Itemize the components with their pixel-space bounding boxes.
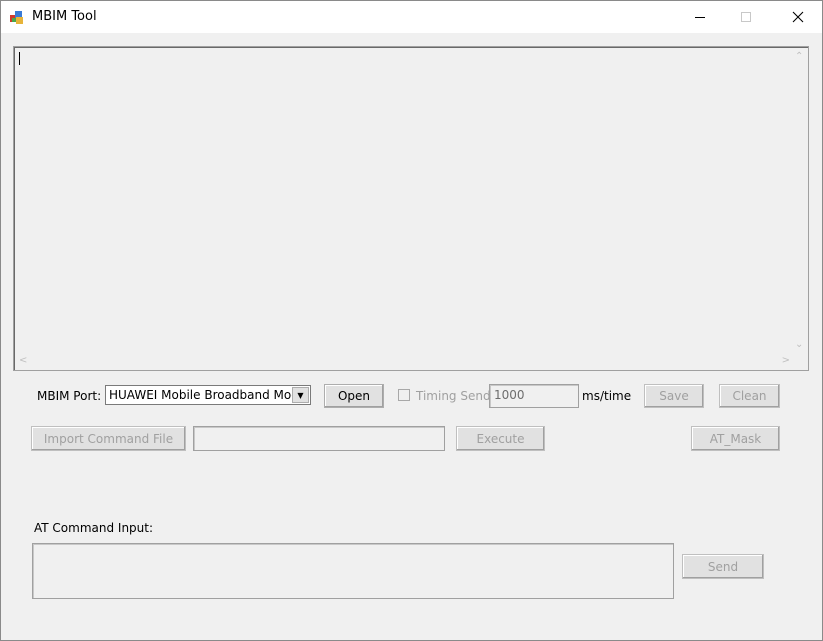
clean-button[interactable]: Clean <box>719 384 780 408</box>
maximize-icon <box>741 12 751 22</box>
scroll-right-icon[interactable]: > <box>782 355 790 366</box>
vertical-scrollbar[interactable]: ⌃ ⌄ <box>791 47 808 352</box>
scroll-left-icon[interactable]: < <box>19 355 27 366</box>
scroll-up-icon[interactable]: ⌃ <box>795 51 803 62</box>
text-caret <box>19 52 20 65</box>
timing-send-label: Timing Send <box>416 389 491 403</box>
send-button[interactable]: Send <box>682 554 764 579</box>
app-window: MBIM Tool ⌃ ⌄ < > MBIM Port: HUAWEI Mobi… <box>0 0 823 641</box>
horizontal-scrollbar[interactable]: < > <box>14 353 792 370</box>
mbim-port-select[interactable]: HUAWEI Mobile Broadband Module ▼ <box>105 385 311 405</box>
interval-unit-label: ms/time <box>582 389 632 403</box>
command-file-path-field[interactable] <box>193 426 445 451</box>
minimize-icon <box>695 17 705 18</box>
at-command-input-label: AT Command Input: <box>34 521 154 535</box>
at-command-input-field[interactable] <box>32 543 674 599</box>
title-bar[interactable]: MBIM Tool <box>1 1 822 33</box>
window-title: MBIM Tool <box>32 9 97 24</box>
mbim-port-value: HUAWEI Mobile Broadband Module <box>109 388 292 402</box>
close-button[interactable] <box>775 1 821 33</box>
scroll-down-icon[interactable]: ⌄ <box>795 339 803 350</box>
app-icon <box>9 9 25 25</box>
log-output-area[interactable]: ⌃ ⌄ < > <box>13 46 809 371</box>
close-icon <box>792 11 804 23</box>
maximize-button[interactable] <box>723 1 769 33</box>
execute-button[interactable]: Execute <box>456 426 545 451</box>
timing-send-checkbox[interactable] <box>398 389 410 401</box>
dropdown-arrow-icon[interactable]: ▼ <box>292 387 309 403</box>
interval-field[interactable]: 1000 <box>489 384 579 408</box>
interval-value: 1000 <box>494 388 525 402</box>
import-command-file-button[interactable]: Import Command File <box>31 426 186 451</box>
save-button[interactable]: Save <box>644 384 704 408</box>
mbim-port-label: MBIM Port: <box>37 389 102 403</box>
minimize-button[interactable] <box>677 1 723 33</box>
open-button[interactable]: Open <box>324 384 384 408</box>
at-mask-button[interactable]: AT_Mask <box>691 426 780 451</box>
